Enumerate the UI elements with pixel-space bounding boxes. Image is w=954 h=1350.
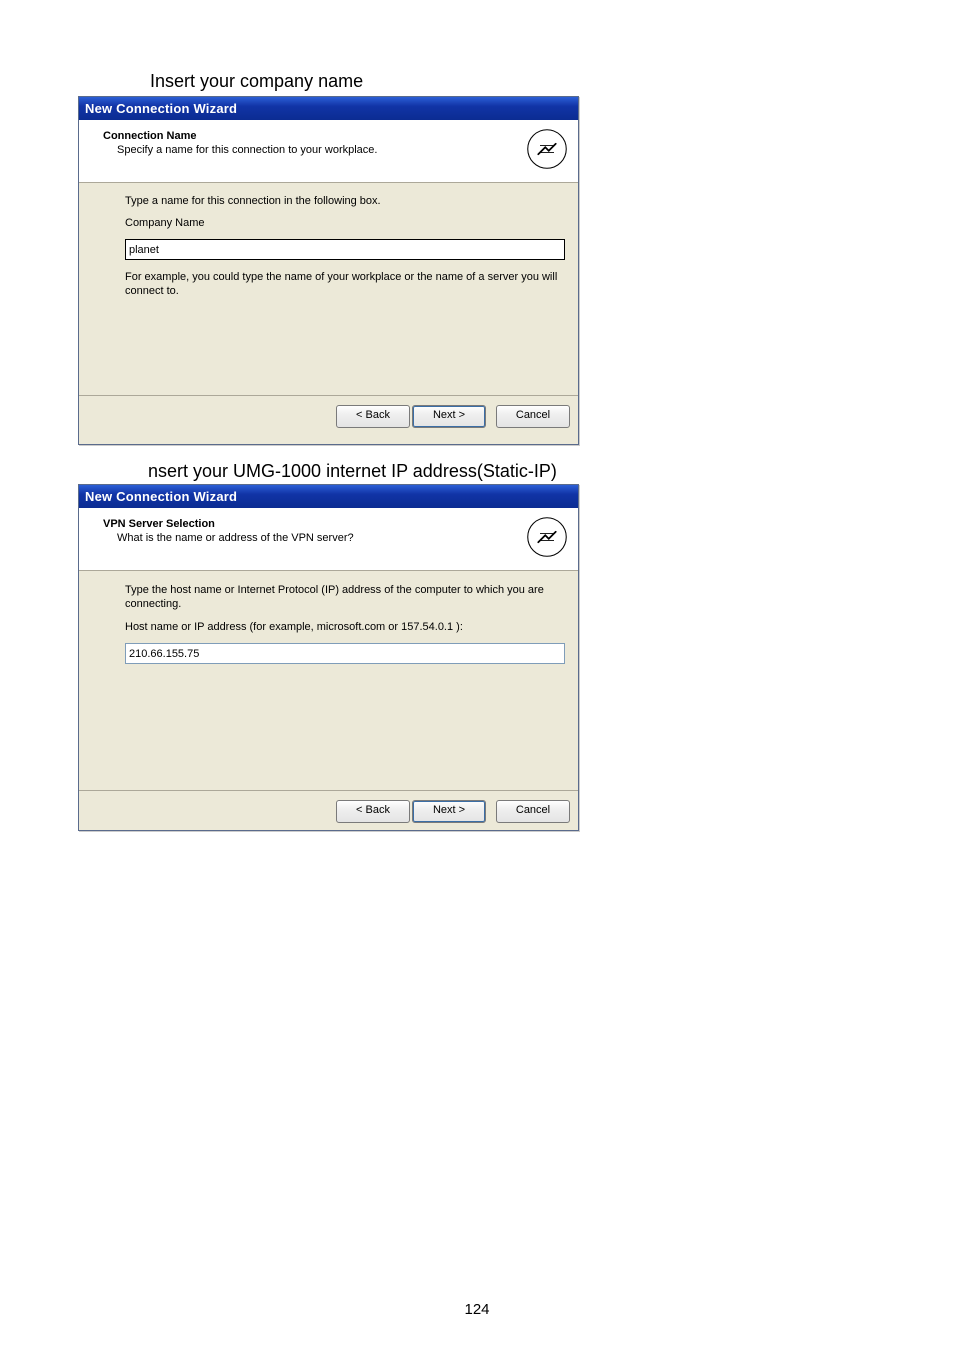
next-button[interactable]: Next > [412, 800, 486, 823]
header-subtitle: What is the name or address of the VPN s… [117, 532, 566, 544]
header-title: VPN Server Selection [103, 518, 566, 530]
page-number: 124 [0, 1301, 954, 1318]
connection-icon [526, 128, 568, 170]
host-ip-label: Host name or IP address (for example, mi… [125, 621, 548, 633]
window-titlebar: New Connection Wizard [79, 485, 578, 508]
next-button[interactable]: Next > [412, 405, 486, 428]
new-connection-wizard-company: New Connection Wizard Connection Name Sp… [78, 96, 579, 445]
header-subtitle: Specify a name for this connection to yo… [117, 144, 566, 156]
wizard-body: Type a name for this connection in the f… [79, 183, 578, 395]
wizard-footer: < Back Next > Cancel [79, 396, 578, 436]
back-button[interactable]: < Back [336, 800, 410, 823]
wizard-footer: < Back Next > Cancel [79, 791, 578, 831]
new-connection-wizard-vpn: New Connection Wizard VPN Server Selecti… [78, 484, 579, 831]
window-titlebar: New Connection Wizard [79, 97, 578, 120]
example-text: For example, you could type the name of … [125, 270, 565, 298]
connection-icon [526, 516, 568, 558]
company-name-input[interactable] [125, 239, 565, 260]
wizard-header: Connection Name Specify a name for this … [79, 120, 578, 183]
caption-insert-company: Insert your company name [150, 71, 363, 92]
wizard-body: Type the host name or Internet Protocol … [79, 571, 578, 790]
cancel-button[interactable]: Cancel [496, 405, 570, 428]
company-name-label: Company Name [125, 217, 548, 229]
body-instruction: Type the host name or Internet Protocol … [125, 583, 565, 611]
cancel-button[interactable]: Cancel [496, 800, 570, 823]
host-ip-input[interactable] [125, 643, 565, 664]
caption-insert-ip: nsert your UMG-1000 internet IP address(… [148, 461, 557, 482]
header-title: Connection Name [103, 130, 566, 142]
wizard-header: VPN Server Selection What is the name or… [79, 508, 578, 571]
body-instruction: Type a name for this connection in the f… [125, 195, 548, 207]
back-button[interactable]: < Back [336, 405, 410, 428]
